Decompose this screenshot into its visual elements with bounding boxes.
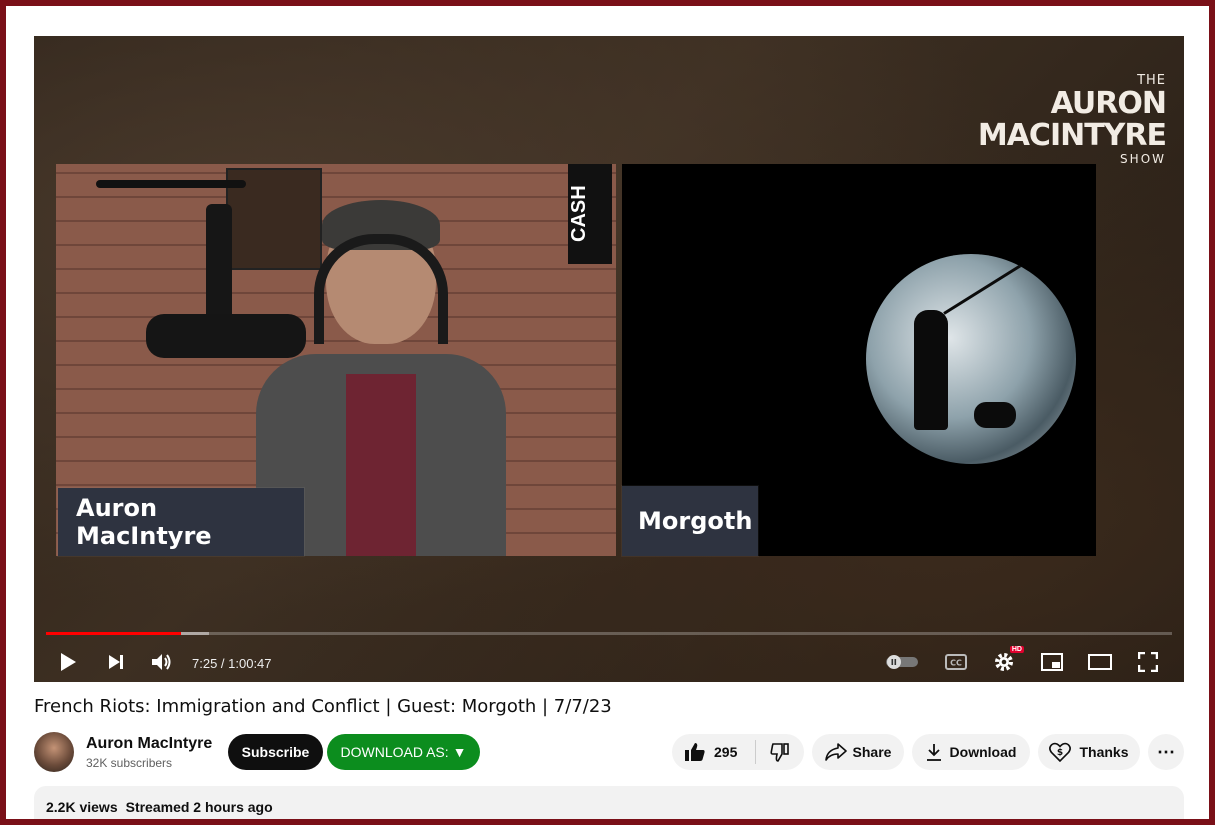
like-count: 295 bbox=[714, 744, 738, 760]
more-icon: ⋯ bbox=[1157, 741, 1175, 762]
volume-icon bbox=[152, 654, 171, 670]
video-title: French Riots: Immigration and Conflict |… bbox=[34, 696, 612, 717]
time-display: 7:25 / 1:00:47 bbox=[192, 656, 272, 671]
video-player[interactable]: THE AURON MACINTYRE SHOW CASH Auron MacI… bbox=[34, 36, 1184, 682]
fullscreen-icon bbox=[1138, 652, 1158, 672]
thanks-heart-dollar-icon: $ bbox=[1049, 742, 1072, 762]
fullscreen-button[interactable] bbox=[1130, 646, 1166, 678]
download-icon bbox=[926, 744, 941, 761]
page: THE AURON MACINTYRE SHOW CASH Auron MacI… bbox=[6, 6, 1209, 819]
theater-mode-button[interactable] bbox=[1082, 646, 1118, 678]
progress-bar[interactable] bbox=[46, 632, 1172, 635]
thanks-button[interactable]: $ Thanks bbox=[1038, 734, 1140, 770]
progress-played bbox=[46, 632, 182, 635]
download-as-button[interactable]: DOWNLOAD AS: ▼ bbox=[327, 734, 480, 770]
player-controls: 7:25 / 1:00:47 CC HD bbox=[34, 644, 1184, 682]
miniplayer-button[interactable] bbox=[1034, 646, 1070, 678]
fisher-silhouette bbox=[914, 310, 948, 430]
like-dislike-group: 295 bbox=[672, 734, 804, 770]
gear-icon bbox=[995, 653, 1013, 671]
miniplayer-icon bbox=[1041, 653, 1063, 671]
autoplay-toggle-icon bbox=[886, 655, 918, 669]
autoplay-toggle[interactable] bbox=[884, 646, 920, 678]
skip-next-icon bbox=[109, 655, 123, 669]
hd-badge: HD bbox=[1009, 646, 1024, 653]
stream-time: Streamed 2 hours ago bbox=[125, 799, 273, 815]
show-logo: THE AURON MACINTYRE SHOW bbox=[977, 74, 1167, 165]
next-button[interactable] bbox=[98, 646, 134, 678]
view-count: 2.2K views bbox=[46, 799, 118, 815]
thanks-label: Thanks bbox=[1079, 744, 1129, 760]
subscribe-button[interactable]: Subscribe bbox=[228, 734, 323, 770]
show-logo-name-2: MACINTYRE bbox=[977, 118, 1167, 153]
play-icon bbox=[61, 653, 76, 671]
theater-mode-icon bbox=[1088, 654, 1112, 670]
show-logo-name-1: AURON bbox=[1050, 86, 1167, 121]
mic-arm bbox=[96, 180, 246, 188]
download-as-arrow: ▼ bbox=[452, 744, 467, 760]
subscriber-count: 32K subscribers bbox=[86, 756, 173, 770]
cash-poster: CASH bbox=[568, 164, 612, 264]
more-actions-button[interactable]: ⋯ bbox=[1148, 734, 1184, 770]
svg-text:$: $ bbox=[1057, 748, 1063, 758]
captions-button[interactable]: CC bbox=[938, 646, 974, 678]
host-nameplate: Auron MacIntyre bbox=[58, 488, 304, 556]
dislike-button[interactable] bbox=[756, 734, 804, 770]
guest-avatar bbox=[866, 254, 1076, 464]
host-shirt bbox=[346, 374, 416, 556]
captions-icon: CC bbox=[945, 654, 967, 670]
svg-text:CC: CC bbox=[950, 659, 962, 668]
thumbs-down-icon bbox=[770, 743, 789, 762]
share-button[interactable]: Share bbox=[812, 734, 904, 770]
channel-avatar[interactable] bbox=[34, 732, 74, 772]
settings-button[interactable]: HD bbox=[986, 646, 1024, 678]
dog-silhouette bbox=[974, 402, 1016, 428]
volume-button[interactable] bbox=[144, 646, 180, 678]
channel-name[interactable]: Auron MacIntyre bbox=[86, 735, 212, 753]
play-button[interactable] bbox=[50, 646, 86, 678]
description-box[interactable]: 2.2K views Streamed 2 hours ago bbox=[34, 786, 1184, 819]
guest-nameplate: Morgoth bbox=[622, 486, 758, 556]
share-label: Share bbox=[852, 744, 892, 760]
share-icon bbox=[824, 743, 847, 761]
download-button[interactable]: Download bbox=[912, 734, 1030, 770]
like-button[interactable]: 295 bbox=[672, 734, 755, 770]
thumbs-up-icon bbox=[685, 743, 705, 761]
download-label: Download bbox=[949, 744, 1017, 760]
description-meta: 2.2K views Streamed 2 hours ago bbox=[46, 799, 281, 815]
host-headphones bbox=[314, 234, 448, 344]
download-as-label: DOWNLOAD AS: bbox=[340, 744, 449, 760]
fishing-rod bbox=[943, 259, 1030, 315]
